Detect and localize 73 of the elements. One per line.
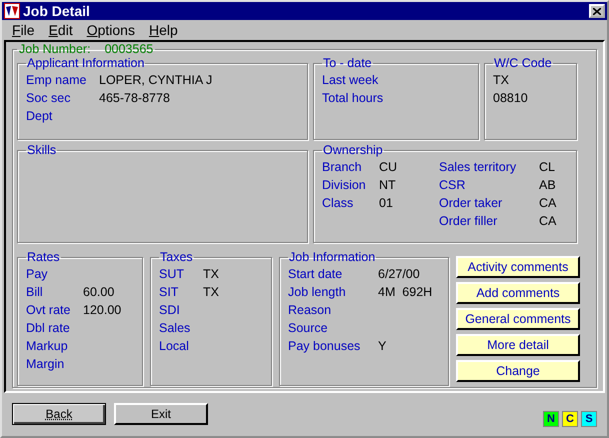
field-label: Pay bonuses <box>288 338 362 354</box>
field-label: Order taker <box>439 195 504 211</box>
group-title: Taxes <box>159 250 194 264</box>
field-value: LOPER, CYNTHIA J <box>99 73 212 87</box>
field-label: Emp name <box>26 72 88 88</box>
close-button[interactable] <box>589 4 605 18</box>
group-title: W/C Code <box>493 56 553 70</box>
field-label: SDI <box>159 302 181 318</box>
field-label: Markup <box>26 338 69 354</box>
field-label: Margin <box>26 356 66 372</box>
status-indicator: S <box>581 411 597 427</box>
field-label: SUT <box>159 266 185 282</box>
window-title: Job Detail <box>23 3 91 19</box>
field-label: Soc sec <box>26 90 72 106</box>
nav-button[interactable]: Exit <box>114 403 208 425</box>
field-value: AB <box>539 178 556 192</box>
job-number-label: Job Number: <box>19 42 91 56</box>
group-title: Rates <box>26 250 61 264</box>
field-value: TX <box>493 72 510 88</box>
field-value: 60.00 <box>83 285 114 299</box>
field-value: CA <box>539 196 556 210</box>
field-label: Total hours <box>322 90 384 106</box>
field-value: CU <box>379 160 398 174</box>
field-value: 4M 692H <box>378 285 432 299</box>
group-title: Ownership <box>322 143 384 157</box>
field-label: Reason <box>288 302 332 318</box>
field-label: Start date <box>288 266 344 282</box>
field-value: CA <box>539 214 556 228</box>
field-label: Order filler <box>439 213 498 229</box>
field-label: Pay <box>26 266 49 282</box>
field-label: Local <box>159 338 190 354</box>
menu-item[interactable]: Edit <box>42 22 81 38</box>
close-icon <box>593 8 601 14</box>
comment-button[interactable]: More detail <box>456 334 580 356</box>
field-value: TX <box>203 285 219 299</box>
status-indicator: C <box>562 411 578 427</box>
field-value: 01 <box>379 196 393 210</box>
field-label: Sales territory <box>439 159 518 175</box>
comment-button[interactable]: Activity comments <box>456 256 580 278</box>
comment-button[interactable]: General comments <box>456 308 580 330</box>
field-label: Source <box>288 320 329 336</box>
field-label: Ovt rate <box>26 302 72 318</box>
field-value: TX <box>203 267 219 281</box>
menu-item[interactable]: Options <box>80 22 143 38</box>
field-value: NT <box>379 178 396 192</box>
status-indicator: N <box>543 411 559 427</box>
field-value: 120.00 <box>83 303 122 317</box>
job-number-value: 0003565 <box>104 42 154 56</box>
field-value: 08810 <box>493 90 529 106</box>
field-label: CSR <box>439 177 466 193</box>
group-title: Job Information <box>288 250 376 264</box>
field-label: Branch <box>322 159 363 175</box>
field-value: 465-78-8778 <box>99 91 170 105</box>
field-label: Dept <box>26 108 54 124</box>
nav-button[interactable]: Back <box>12 403 106 425</box>
field-label: SIT <box>159 284 180 300</box>
field-label: Job length <box>288 284 347 300</box>
group-title: To - date <box>322 56 373 70</box>
menu-item[interactable]: File <box>6 22 43 38</box>
group-title: Skills <box>26 143 58 157</box>
group-title: Applicant Information <box>26 56 146 70</box>
field-value: 6/27/00 <box>378 267 420 281</box>
field-label: Last week <box>322 72 380 88</box>
field-value: CL <box>539 160 555 174</box>
field-label: Division <box>322 177 367 193</box>
menu-item[interactable]: Help <box>142 22 186 38</box>
field-label: Dbl rate <box>26 320 71 336</box>
comment-button[interactable]: Add comments <box>456 282 580 304</box>
field-label: Bill <box>26 284 44 300</box>
field-label: Class <box>322 195 354 211</box>
field-label: Sales <box>159 320 192 336</box>
comment-button[interactable]: Change <box>456 360 580 382</box>
field-value: Y <box>378 339 386 353</box>
